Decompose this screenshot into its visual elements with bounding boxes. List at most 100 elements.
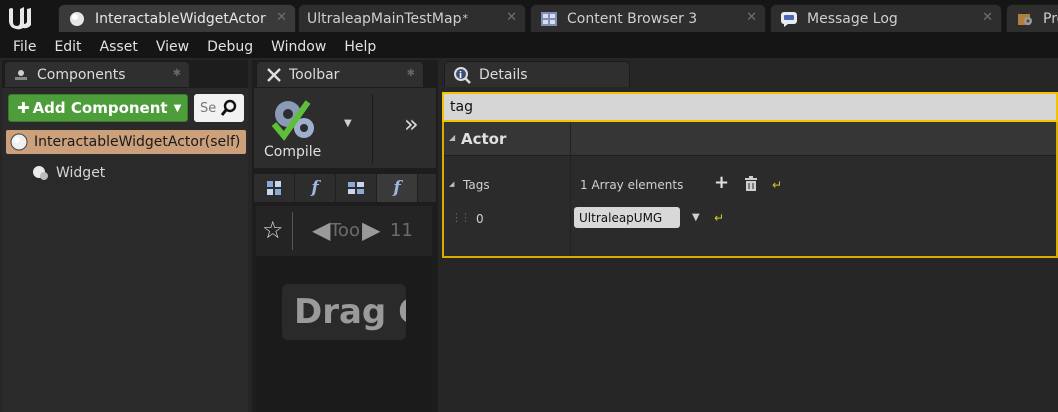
- tab-content-browser-3[interactable]: Content Browser 3 ✕: [530, 4, 766, 32]
- menu-bar: File Edit Asset View Debug Window Help: [0, 36, 1058, 58]
- chevron-down-icon[interactable]: ▼: [344, 118, 352, 129]
- component-item-widget[interactable]: Widget: [30, 164, 105, 182]
- close-icon[interactable]: ✱: [173, 68, 181, 79]
- category-actor-header[interactable]: ◢ Actor: [444, 122, 1056, 156]
- hierarchy-button[interactable]: [254, 174, 295, 202]
- component-self-label: InteractableWidgetActor(self): [34, 134, 241, 150]
- search-placeholder: Se: [200, 100, 217, 116]
- nav-separator: [292, 212, 293, 250]
- close-icon[interactable]: ✕: [746, 10, 757, 25]
- add-component-label: Add Component: [32, 99, 168, 117]
- component-item-self[interactable]: InteractableWidgetActor(self): [6, 130, 246, 154]
- widget-blocks-icon: [348, 182, 364, 194]
- back-arrow-icon[interactable]: ◀: [312, 216, 330, 244]
- menu-edit[interactable]: Edit: [54, 39, 81, 55]
- property-row-tags: ◢ Tags 1 Array elements + ↵: [444, 172, 1056, 200]
- unreal-logo-icon[interactable]: [6, 5, 34, 31]
- tab-label: Message Log: [807, 10, 898, 27]
- details-title: Details: [479, 66, 528, 83]
- tab-ultraleap-main-test-map[interactable]: UltraleapMainTestMap * ✕: [298, 4, 526, 32]
- sphere-icon: [10, 133, 28, 151]
- title-bar: InteractableWidgetActor ✕ UltraleapMainT…: [0, 0, 1058, 36]
- widgets-button[interactable]: [336, 174, 377, 202]
- details-search-value: tag: [450, 99, 473, 115]
- favorite-star-icon[interactable]: ☆: [262, 216, 284, 244]
- details-properties: ◢ Actor ◢ Tags 1 Array elements + ↵ ⋮⋮ 0…: [442, 122, 1058, 258]
- content-browser-icon: [539, 10, 559, 28]
- add-element-icon[interactable]: +: [714, 172, 729, 193]
- project-settings-icon: [1015, 10, 1035, 28]
- function-button-2[interactable]: f: [377, 174, 418, 202]
- grid-icon: [267, 181, 281, 195]
- tag-value-field[interactable]: UltraleapUMG: [574, 207, 680, 228]
- components-search-input[interactable]: Se: [194, 94, 244, 122]
- column-divider: [570, 122, 571, 156]
- add-component-button[interactable]: ✚ Add Component ▼: [8, 94, 188, 122]
- unsaved-marker: *: [462, 12, 468, 25]
- components-panel: Components ✱ ✚ Add Component ▼ Se Intera…: [2, 60, 248, 412]
- tab-label: UltraleapMainTestMap: [307, 10, 462, 27]
- tab-label: Pro: [1043, 10, 1058, 27]
- graph-drag-hint: Drag C: [282, 284, 406, 340]
- tab-label: InteractableWidgetActor: [95, 10, 266, 27]
- menu-window[interactable]: Window: [271, 39, 326, 55]
- plus-icon: ✚: [17, 99, 30, 117]
- toolbar-panel: Toolbar ✱ Compile ▼ » f f ☆ ◀ Too ▶ 11 D…: [252, 60, 438, 412]
- collapse-arrow-icon[interactable]: ◢: [449, 180, 454, 188]
- menu-asset[interactable]: Asset: [100, 39, 138, 55]
- toolbar-mini-bar: f f: [254, 174, 436, 202]
- graph-nav-text-2: 11: [390, 220, 413, 241]
- tags-label: Tags: [463, 178, 490, 192]
- category-actor-label: Actor: [461, 130, 507, 148]
- tab-interactable-widget-actor[interactable]: InteractableWidgetActor ✕: [58, 4, 296, 32]
- widget-component-icon: [30, 164, 52, 182]
- graph-canvas[interactable]: ☆ ◀ Too ▶ 11 Drag C: [256, 206, 432, 412]
- graph-nav-bar: ☆ ◀ Too ▶ 11: [256, 206, 432, 256]
- message-log-icon: [779, 10, 799, 28]
- reset-to-default-icon[interactable]: ↵: [772, 178, 782, 192]
- close-icon[interactable]: ✕: [276, 10, 287, 25]
- tab-details[interactable]: i Details: [444, 61, 630, 87]
- details-search-input[interactable]: tag: [442, 92, 1058, 122]
- element-index: 0: [476, 212, 484, 226]
- collapse-arrow-icon: ◢: [449, 133, 456, 142]
- menu-view[interactable]: View: [156, 39, 189, 55]
- tab-message-log[interactable]: Message Log ✕: [770, 4, 1002, 32]
- wrench-icon: [265, 66, 283, 84]
- tab-label: Content Browser 3: [567, 10, 698, 27]
- drag-handle-icon[interactable]: ⋮⋮: [451, 211, 471, 224]
- overflow-chevron-icon[interactable]: »: [404, 110, 419, 138]
- component-widget-label: Widget: [56, 165, 106, 181]
- reset-to-default-icon[interactable]: ↵: [714, 211, 724, 225]
- tag-value: UltraleapUMG: [579, 210, 663, 225]
- tab-toolbar[interactable]: Toolbar ✱: [256, 61, 424, 87]
- sphere-icon: [67, 10, 87, 28]
- function-button[interactable]: f: [295, 174, 336, 202]
- svg-text:i: i: [459, 71, 462, 81]
- tab-components[interactable]: Components ✱: [4, 61, 190, 87]
- toolbar-title: Toolbar: [289, 66, 340, 83]
- close-icon[interactable]: ✱: [407, 68, 415, 79]
- forward-arrow-icon[interactable]: ▶: [362, 216, 380, 244]
- close-icon[interactable]: ✕: [982, 10, 993, 25]
- compile-label: Compile: [264, 144, 322, 160]
- chevron-down-icon: ▼: [173, 102, 182, 114]
- close-icon[interactable]: ✕: [506, 10, 517, 25]
- components-icon: [13, 68, 29, 82]
- search-icon: [220, 99, 238, 117]
- compile-icon: [271, 100, 314, 141]
- function-icon: f: [393, 178, 401, 198]
- function-icon: f: [311, 178, 319, 198]
- details-panel: i Details tag ◢ Actor ◢ Tags 1 Array ele…: [442, 60, 1058, 412]
- menu-help[interactable]: Help: [344, 39, 376, 55]
- compile-button[interactable]: Compile: [260, 92, 330, 166]
- trash-icon[interactable]: [744, 176, 758, 196]
- tab-project[interactable]: Pro: [1006, 4, 1058, 32]
- chevron-down-icon[interactable]: ▼: [692, 212, 700, 223]
- components-body: ✚ Add Component ▼ Se InteractableWidgetA…: [2, 88, 248, 412]
- menu-debug[interactable]: Debug: [207, 39, 253, 55]
- menu-file[interactable]: File: [13, 39, 36, 55]
- tags-count: 1 Array elements: [580, 178, 684, 192]
- graph-nav-text: Too: [330, 220, 360, 241]
- toolbar-body: Compile ▼ »: [254, 88, 436, 168]
